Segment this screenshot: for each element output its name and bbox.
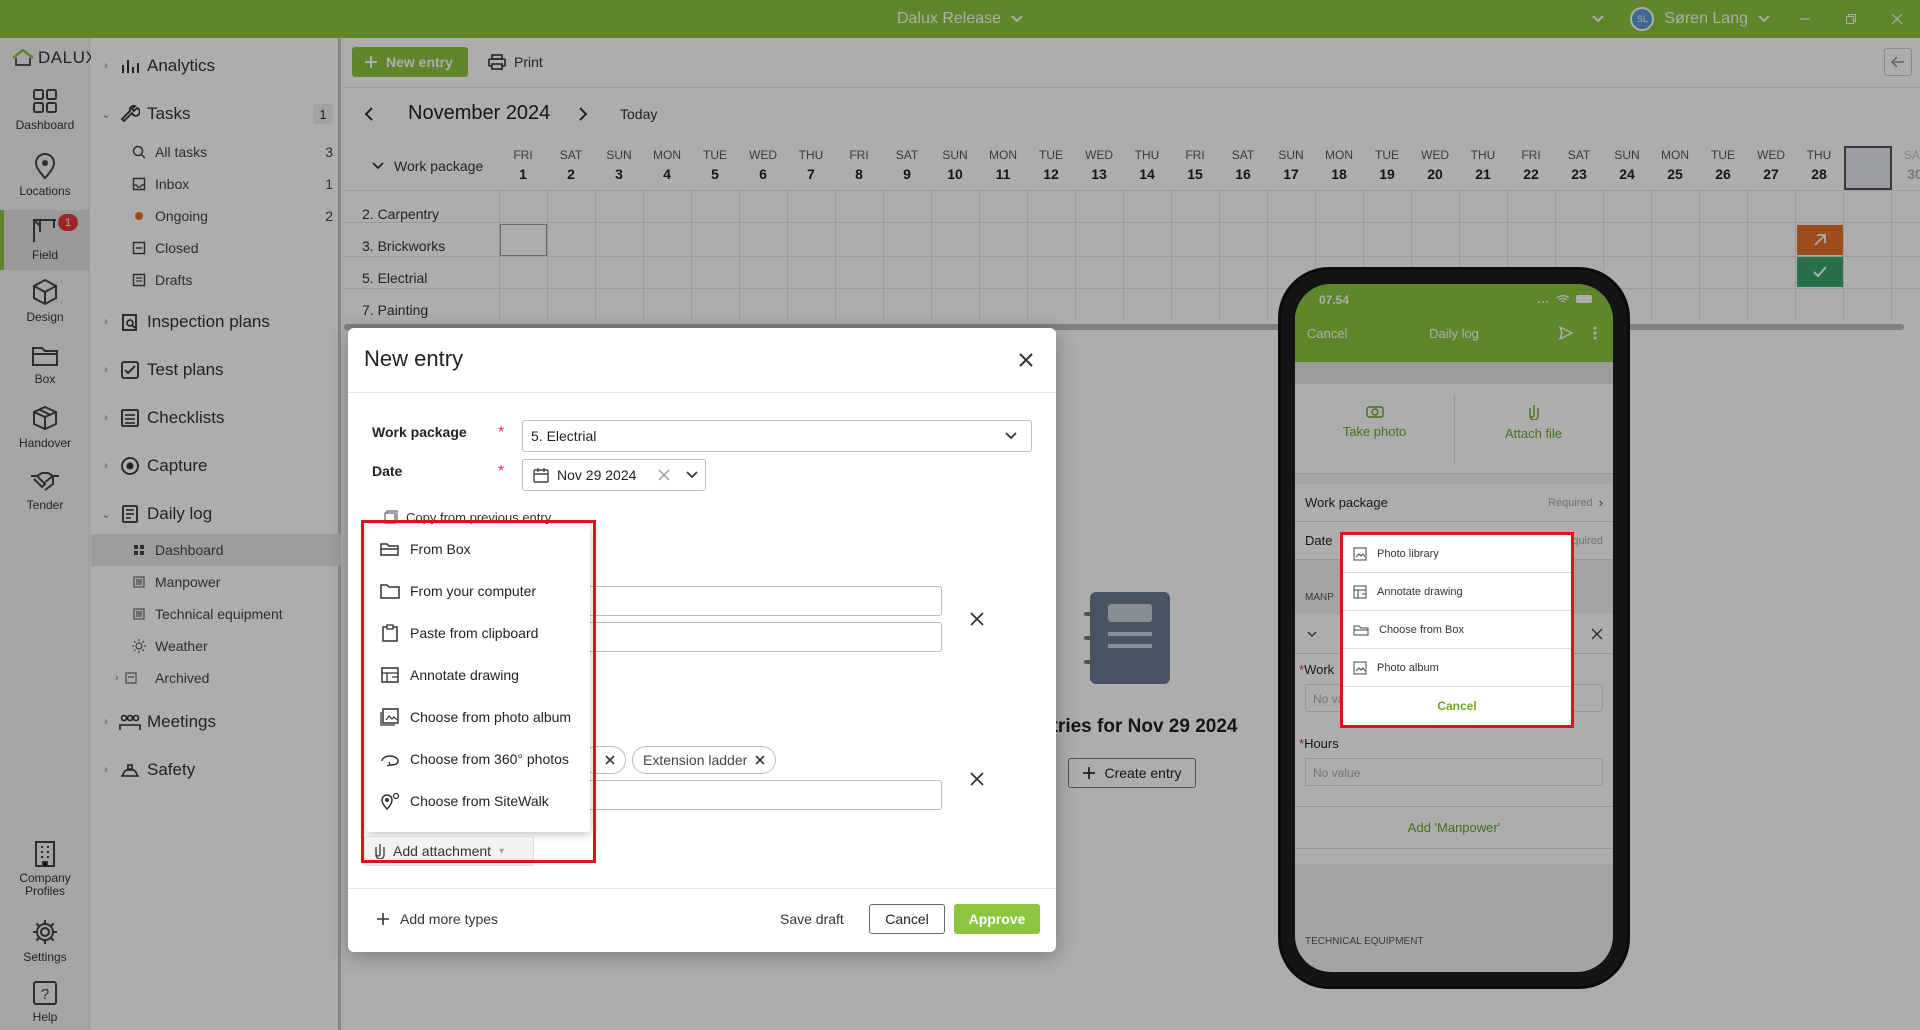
date-value: Nov 29 2024: [557, 467, 637, 483]
clear-icon[interactable]: [658, 469, 670, 481]
required-marker: *: [498, 463, 505, 480]
required-marker: *: [498, 424, 505, 441]
chip-label: Extension ladder: [643, 752, 748, 768]
highlight-box-menu: [361, 520, 596, 863]
dialog-title: New entry: [364, 346, 464, 371]
add-more-types-button[interactable]: Add more types: [376, 911, 498, 927]
remove-row-icon[interactable]: [970, 772, 984, 786]
work-package-value: 5. Electrial: [531, 428, 597, 444]
date-field[interactable]: Nov 29 2024: [522, 459, 706, 491]
save-draft-button[interactable]: Save draft: [780, 911, 844, 927]
chevron-down-icon[interactable]: [686, 471, 699, 479]
remove-row-icon[interactable]: [970, 612, 984, 626]
cancel-button[interactable]: Cancel: [869, 904, 945, 934]
remove-chip-icon[interactable]: [755, 755, 765, 765]
work-package-label: Work package: [372, 424, 467, 440]
equipment-chip[interactable]: Extension ladder: [632, 746, 777, 774]
highlight-box-phone: [1340, 532, 1574, 728]
chevron-down-icon: [1005, 432, 1017, 440]
remove-chip-icon[interactable]: [605, 755, 615, 765]
work-package-select[interactable]: 5. Electrial: [522, 420, 1032, 452]
date-label: Date: [372, 463, 403, 479]
add-more-types-label: Add more types: [400, 911, 499, 927]
approve-button[interactable]: Approve: [954, 904, 1040, 934]
close-icon[interactable]: [1018, 352, 1034, 368]
calendar-icon: [533, 467, 549, 483]
